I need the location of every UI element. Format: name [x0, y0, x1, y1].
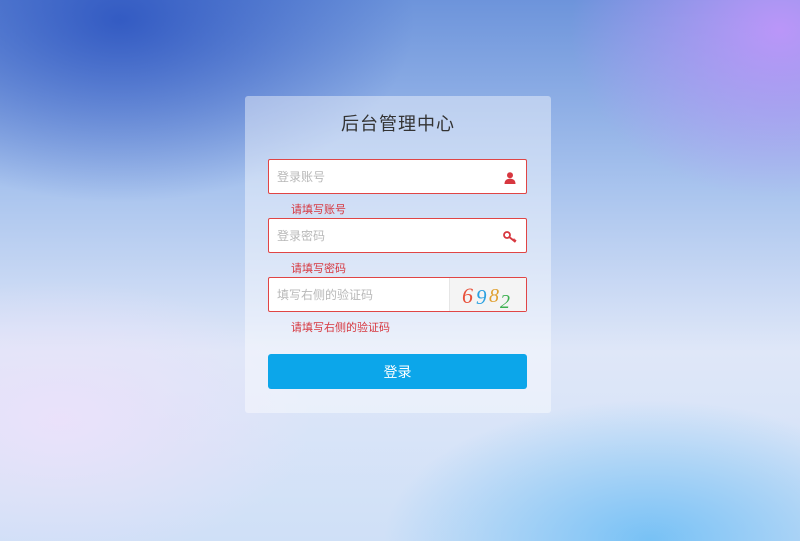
- password-error: 请填写密码: [291, 262, 346, 275]
- login-button[interactable]: 登录: [268, 354, 527, 389]
- password-input[interactable]: [277, 219, 497, 252]
- captcha-digit: 2: [500, 291, 510, 311]
- captcha-error: 请填写右侧的验证码: [291, 321, 390, 334]
- account-input[interactable]: [277, 160, 497, 193]
- key-icon: [503, 229, 517, 243]
- captcha-digit: 8: [489, 285, 499, 307]
- captcha-field[interactable]: 6 9 8 2: [268, 277, 527, 313]
- login-panel: 后台管理中心 请填写账号 请填写密码 6 9 8: [245, 96, 551, 413]
- password-field[interactable]: [268, 218, 527, 253]
- page-title: 后台管理中心: [341, 114, 455, 135]
- user-icon: [503, 170, 517, 184]
- captcha-input[interactable]: [277, 278, 442, 311]
- captcha-digit: 6: [462, 283, 473, 308]
- captcha-image[interactable]: 6 9 8 2: [449, 278, 526, 313]
- account-error: 请填写账号: [291, 203, 346, 216]
- captcha-digit: 9: [476, 285, 487, 309]
- account-field[interactable]: [268, 159, 527, 194]
